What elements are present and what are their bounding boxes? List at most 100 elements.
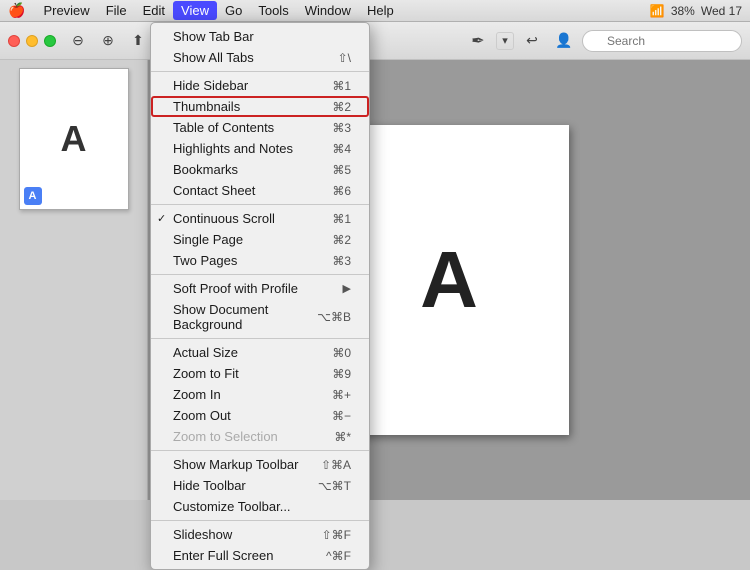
menu-item-shortcut: ⌘1 [332, 79, 351, 93]
menu-item[interactable]: Zoom to Selection ⌘* [151, 426, 369, 447]
pen-dropdown[interactable]: ▾ [496, 32, 514, 50]
thumbnail-item[interactable]: A A [19, 68, 129, 210]
menu-item-label: Zoom to Fit [173, 366, 239, 381]
menu-item-label: Slideshow [173, 527, 232, 542]
checkmark-icon: ✓ [157, 212, 166, 225]
search-wrapper: 🔍 [582, 30, 742, 52]
menu-item[interactable]: Soft Proof with Profile ▶ [151, 278, 369, 299]
menu-item-label: Show Document Background [173, 302, 317, 332]
menu-item-label: Actual Size [173, 345, 238, 360]
menubar-preview[interactable]: Preview [35, 1, 97, 20]
menu-divider [151, 204, 369, 205]
menubar-file[interactable]: File [98, 1, 135, 20]
pen-tool-button[interactable]: ✒ [464, 29, 492, 53]
menu-item-shortcut: ⌘* [334, 430, 351, 444]
menu-item[interactable]: Slideshow⇧⌘F [151, 524, 369, 545]
menu-item-label: Show All Tabs [173, 50, 254, 65]
menu-item[interactable]: Zoom In⌘+ [151, 384, 369, 405]
menubar-go[interactable]: Go [217, 1, 250, 20]
view-dropdown-menu: Show Tab Bar Show All Tabs ⇧\ Hide Sidebar ⌘… [150, 22, 370, 570]
menu-item-shortcut: ⌘3 [332, 254, 351, 268]
toolbar: ⊖ ⊕ ⬆ A (1 page) ✒ ▾ ↩ 👤 🔍 [0, 22, 750, 60]
search-input[interactable] [582, 30, 742, 52]
menu-item[interactable]: Actual Size ⌘0 [151, 342, 369, 363]
menu-item-label: Customize Toolbar... [173, 499, 291, 514]
zoom-out-button[interactable]: ⊖ [64, 29, 92, 53]
menu-divider [151, 520, 369, 521]
menubar: 🍎 Preview File Edit View Go Tools Window… [0, 0, 750, 22]
menu-item-label: Show Markup Toolbar [173, 457, 299, 472]
menu-item[interactable]: Highlights and Notes ⌘4 [151, 138, 369, 159]
menu-item-shortcut: ⌘− [332, 409, 351, 423]
menubar-tools[interactable]: Tools [250, 1, 296, 20]
menubar-window[interactable]: Window [297, 1, 359, 20]
menu-divider [151, 71, 369, 72]
menu-item-label: Soft Proof with Profile [173, 281, 298, 296]
menu-item-shortcut: ⇧\ [338, 51, 351, 65]
menu-item[interactable]: Enter Full Screen ^⌘F [151, 545, 369, 566]
menu-item[interactable]: Zoom Out ⌘− [151, 405, 369, 426]
menu-item-label: Table of Contents [173, 120, 274, 135]
menu-item-shortcut: ⌘5 [332, 163, 351, 177]
menu-item[interactable]: Show Tab Bar [151, 26, 369, 47]
menu-item[interactable]: Table of Contents ⌘3 [151, 117, 369, 138]
menu-item-label: Hide Sidebar [173, 78, 248, 93]
menu-item-shortcut: ⌘2 [332, 233, 351, 247]
menu-item-shortcut: ⌥⌘B [317, 310, 351, 324]
menu-item-label: Contact Sheet [173, 183, 255, 198]
menu-item-label: Thumbnails [173, 99, 240, 114]
menu-item-label: Bookmarks [173, 162, 238, 177]
share-button[interactable]: ⬆ [124, 29, 152, 53]
menu-item-shortcut: ⇧⌘A [321, 458, 351, 472]
menu-item-shortcut: ⌘3 [332, 121, 351, 135]
submenu-arrow-icon: ▶ [343, 282, 351, 295]
main-area: A A A [0, 60, 750, 500]
menu-divider [151, 450, 369, 451]
rotate-button[interactable]: ↩ [518, 29, 546, 53]
menu-item-label: Single Page [173, 232, 243, 247]
menu-item-label: Enter Full Screen [173, 548, 273, 563]
menu-item[interactable]: Show All Tabs ⇧\ [151, 47, 369, 68]
menu-item-label: Zoom to Selection [173, 429, 278, 444]
menu-item[interactable]: ✓Continuous Scroll⌘1 [151, 208, 369, 229]
menu-item[interactable]: Hide Toolbar⌥⌘T [151, 475, 369, 496]
menu-item[interactable]: Zoom to Fit⌘9 [151, 363, 369, 384]
fullscreen-button[interactable] [44, 35, 56, 47]
menu-item-shortcut: ⌘2 [332, 100, 351, 114]
menu-item[interactable]: Two Pages ⌘3 [151, 250, 369, 271]
menu-item-label: Hide Toolbar [173, 478, 246, 493]
menu-divider [151, 338, 369, 339]
menu-item[interactable]: Thumbnails ⌘2 [151, 96, 369, 117]
thumbnail-badge: A [24, 187, 42, 205]
menubar-edit[interactable]: Edit [135, 1, 173, 20]
person-button[interactable]: 👤 [550, 29, 578, 53]
menu-item-shortcut: ^⌘F [326, 549, 351, 563]
menu-item[interactable]: Customize Toolbar... [151, 496, 369, 517]
menu-item-label: Two Pages [173, 253, 237, 268]
menu-item[interactable]: Contact Sheet⌘6 [151, 180, 369, 201]
wifi-icon: 📶 [650, 4, 665, 18]
menu-item[interactable]: Show Markup Toolbar ⇧⌘A [151, 454, 369, 475]
menubar-view[interactable]: View [173, 1, 217, 20]
menu-item-label: Highlights and Notes [173, 141, 293, 156]
minimize-button[interactable] [26, 35, 38, 47]
menu-item-label: Continuous Scroll [173, 211, 275, 226]
close-button[interactable] [8, 35, 20, 47]
menu-item[interactable]: Show Document Background⌥⌘B [151, 299, 369, 335]
menu-item-shortcut: ⌘4 [332, 142, 351, 156]
sidebar: A A [0, 60, 148, 500]
menu-item[interactable]: Single Page ⌘2 [151, 229, 369, 250]
zoom-in-button[interactable]: ⊕ [94, 29, 122, 53]
menubar-help[interactable]: Help [359, 1, 402, 20]
menu-item-shortcut: ⌘+ [332, 388, 351, 402]
datetime: Wed 17 [701, 4, 742, 18]
traffic-lights [8, 35, 56, 47]
menu-item[interactable]: Bookmarks ⌘5 [151, 159, 369, 180]
menu-item-label: Zoom Out [173, 408, 231, 423]
battery-status: 38% [671, 4, 695, 18]
menu-item-label: Show Tab Bar [173, 29, 254, 44]
apple-menu[interactable]: 🍎 [8, 2, 25, 19]
menu-item-shortcut: ⌘0 [332, 346, 351, 360]
menubar-status: 📶 38% Wed 17 [650, 4, 742, 18]
menu-item[interactable]: Hide Sidebar ⌘1 [151, 75, 369, 96]
